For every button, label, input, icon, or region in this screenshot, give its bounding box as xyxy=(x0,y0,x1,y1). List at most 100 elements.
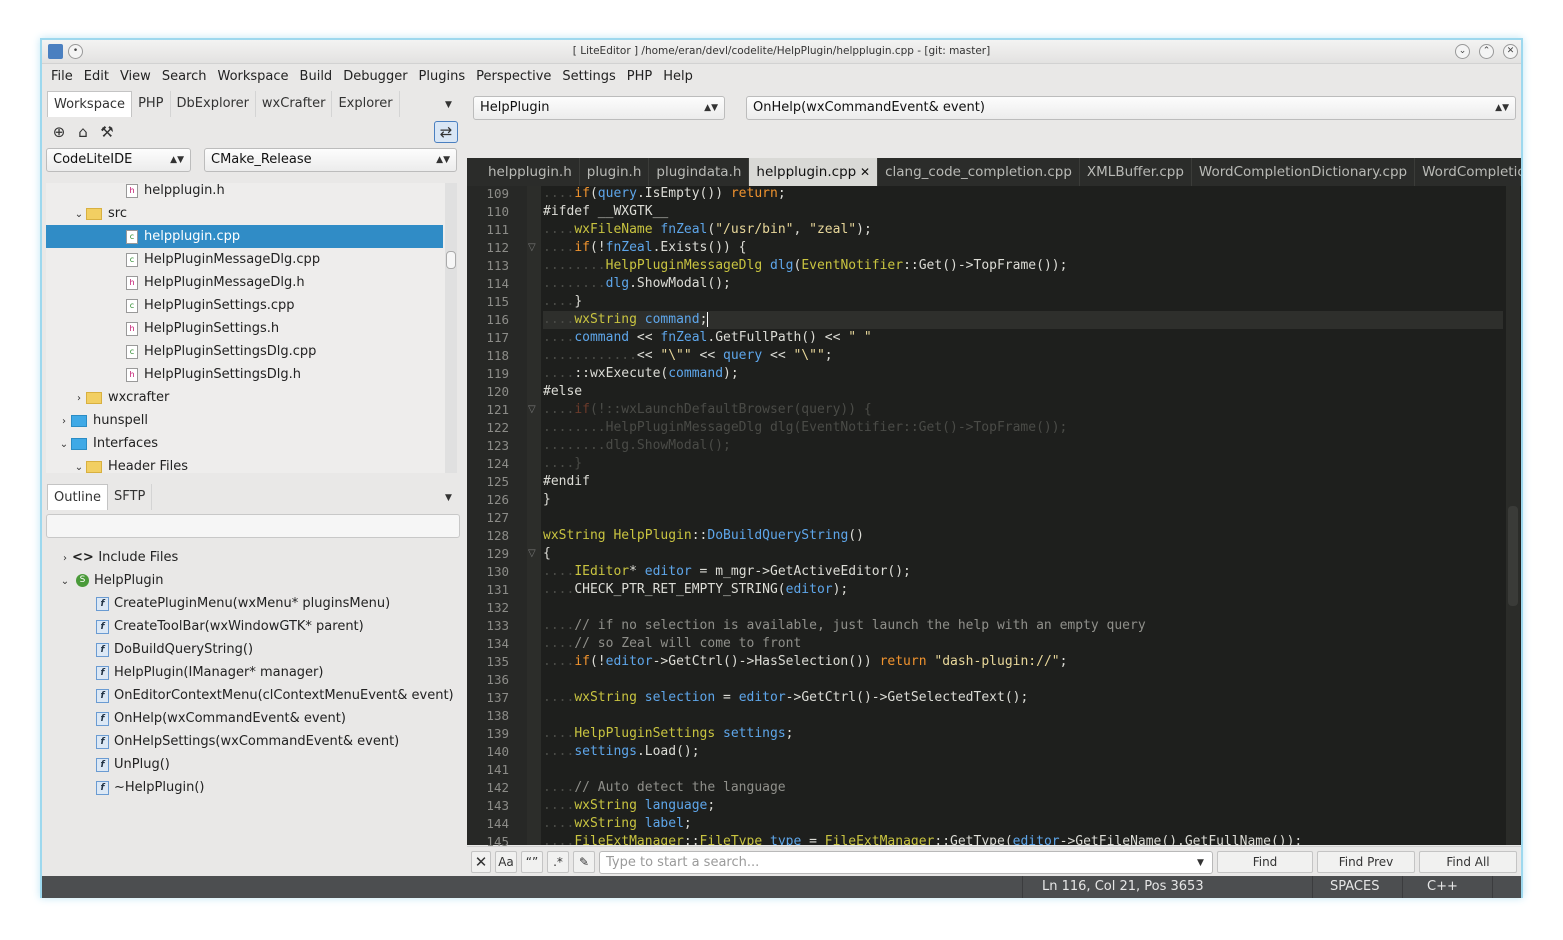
tree-scrollbar[interactable] xyxy=(445,183,457,473)
home-icon[interactable]: ⌂ xyxy=(74,123,92,141)
match-case-button[interactable]: Aa xyxy=(495,851,517,873)
link-editor-icon[interactable]: ⇄ xyxy=(434,121,458,143)
outline-item[interactable]: f OnEditorContextMenu(clContextMenuEvent&… xyxy=(96,684,454,707)
project-select[interactable]: CodeLiteIDE ▲▼ xyxy=(46,148,191,172)
tree-item[interactable]: h HelpPluginSettings.h xyxy=(46,317,443,340)
outline-filter-input[interactable] xyxy=(46,514,460,538)
outline-item[interactable]: f ~HelpPlugin() xyxy=(96,776,204,799)
code-line[interactable]: ....wxString selection = editor->GetCtrl… xyxy=(543,689,1028,707)
function-select[interactable]: OnHelp(wxCommandEvent& event) ▲▼ xyxy=(746,96,1516,120)
fold-marker-icon[interactable]: ▽ xyxy=(528,239,536,257)
close-find-icon[interactable]: ✕ xyxy=(471,851,491,873)
tree-item[interactable]: ⌄ Interfaces xyxy=(46,432,443,455)
code-line[interactable]: ....// if no selection is available, jus… xyxy=(543,617,1146,635)
menu-settings[interactable]: Settings xyxy=(562,65,622,89)
tree-item[interactable]: ⌄ src xyxy=(46,202,443,225)
code-area[interactable]: ....if(query.IsEmpty()) return; #ifdef __… xyxy=(543,186,1503,845)
tab-workspace[interactable]: Workspace xyxy=(47,91,133,117)
minimize-button[interactable]: ⌄ xyxy=(1455,44,1470,59)
code-line[interactable]: ....HelpPluginSettings settings; xyxy=(543,725,793,743)
editor-tab[interactable]: helpplugin.cpp ✕ xyxy=(749,158,879,186)
menu-search[interactable]: Search xyxy=(162,65,214,89)
class-select[interactable]: HelpPlugin ▲▼ xyxy=(473,96,725,120)
code-line[interactable]: ....IEditor* editor = m_mgr->GetActiveEd… xyxy=(543,563,911,581)
tree-item[interactable]: c HelpPluginMessageDlg.cpp xyxy=(46,248,443,271)
menu-file[interactable]: File xyxy=(51,65,80,89)
code-line[interactable]: ........dlg.ShowModal(); xyxy=(543,437,731,455)
maximize-button[interactable]: ⌃ xyxy=(1479,44,1494,59)
language-mode[interactable]: C++ xyxy=(1427,876,1458,898)
editor-scrollbar[interactable] xyxy=(1506,186,1520,845)
outline-item[interactable]: f CreateToolBar(wxWindowGTK* parent) xyxy=(96,615,364,638)
tabs-dropdown-icon[interactable]: ▼ xyxy=(445,100,452,110)
new-workspace-icon[interactable]: ⊕ xyxy=(50,123,68,141)
outline-item[interactable]: f OnHelp(wxCommandEvent& event) xyxy=(96,707,346,730)
config-select[interactable]: CMake_Release ▲▼ xyxy=(204,148,457,172)
fold-margin[interactable]: ▽▽▽▽ xyxy=(527,186,541,865)
expanded-arrow-icon[interactable]: ⌄ xyxy=(72,203,86,226)
tree-item[interactable]: › wxcrafter xyxy=(46,386,443,409)
menu-build[interactable]: Build xyxy=(300,65,340,89)
code-editor[interactable]: helpplugin.h plugin.h plugindata.h helpplug… xyxy=(467,158,1521,867)
tab-dbexplorer[interactable]: DbExplorer xyxy=(171,91,256,117)
close-button[interactable]: ✕ xyxy=(1503,44,1518,59)
tree-item[interactable]: c helpplugin.cpp xyxy=(46,225,443,248)
menu-view[interactable]: View xyxy=(120,65,158,89)
outline-item[interactable]: ⌄ S HelpPlugin xyxy=(58,569,164,593)
wrench-icon[interactable]: ⚒ xyxy=(98,123,116,141)
menu-debugger[interactable]: Debugger xyxy=(343,65,414,89)
indent-mode[interactable]: SPACES xyxy=(1330,876,1379,898)
code-line[interactable]: ........HelpPluginMessageDlg dlg(EventNo… xyxy=(543,257,1067,275)
menu-plugins[interactable]: Plugins xyxy=(419,65,473,89)
tab-explorer[interactable]: Explorer xyxy=(332,91,400,117)
code-line[interactable]: } xyxy=(543,491,551,509)
fold-marker-icon[interactable]: ▽ xyxy=(528,401,536,419)
tab-wxcrafter[interactable]: wxCrafter xyxy=(256,91,333,117)
code-line[interactable]: ........dlg.ShowModal(); xyxy=(543,275,731,293)
menu-edit[interactable]: Edit xyxy=(84,65,116,89)
collapsed-arrow-icon[interactable]: › xyxy=(72,387,86,410)
code-line[interactable]: ....FileExtManager::FileType type = File… xyxy=(543,833,1302,845)
outline-item[interactable]: f CreatePluginMenu(wxMenu* pluginsMenu) xyxy=(96,592,390,615)
outline-item[interactable]: f OnHelpSettings(wxCommandEvent& event) xyxy=(96,730,399,753)
code-line[interactable]: ....} xyxy=(543,293,582,311)
expanded-arrow-icon[interactable]: ⌄ xyxy=(58,570,72,593)
tree-item[interactable]: ⌄ Header Files xyxy=(46,455,443,473)
editor-tab[interactable]: helpplugin.h xyxy=(481,158,580,186)
outline-dropdown-icon[interactable]: ▼ xyxy=(445,493,452,503)
tree-item[interactable]: h HelpPluginMessageDlg.h xyxy=(46,271,443,294)
tab-php[interactable]: PHP xyxy=(132,91,171,117)
expanded-arrow-icon[interactable]: ⌄ xyxy=(57,433,71,456)
code-line[interactable]: ........HelpPluginMessageDlg dlg(EventNo… xyxy=(543,419,1067,437)
code-line[interactable]: ....// Auto detect the language xyxy=(543,779,786,797)
regex-button[interactable]: .* xyxy=(547,851,569,873)
outline-item[interactable]: f HelpPlugin(IManager* manager) xyxy=(96,661,323,684)
expanded-arrow-icon[interactable]: ⌄ xyxy=(72,456,86,473)
editor-tab[interactable]: WordCompletionDictionary.cpp xyxy=(1192,158,1416,186)
tab-close-icon[interactable]: ✕ xyxy=(856,165,870,179)
tree-item[interactable]: c HelpPluginSettings.cpp xyxy=(46,294,443,317)
code-line[interactable]: ....if(!editor->GetCtrl()->HasSelection(… xyxy=(543,653,1067,671)
tab-sftp[interactable]: SFTP xyxy=(108,484,153,510)
tree-item[interactable]: h HelpPluginSettingsDlg.h xyxy=(46,363,443,386)
tab-outline[interactable]: Outline xyxy=(47,484,109,510)
code-line[interactable]: ............<< "\"" << query << "\""; xyxy=(543,347,833,365)
code-line[interactable]: ....wxString language; xyxy=(543,797,715,815)
editor-tab[interactable]: plugindata.h xyxy=(649,158,750,186)
search-input[interactable]: Type to start a search... xyxy=(599,851,1213,874)
code-line[interactable]: #else xyxy=(543,383,582,401)
outline-item[interactable]: › <> Include Files xyxy=(58,546,178,569)
code-line[interactable]: { xyxy=(543,545,551,563)
menu-perspective[interactable]: Perspective xyxy=(476,65,558,89)
code-line[interactable]: ....wxString command; xyxy=(543,311,1503,329)
editor-tab[interactable]: WordCompletion xyxy=(1415,158,1521,186)
find-prev-button[interactable]: Find Prev xyxy=(1317,851,1415,873)
code-line[interactable]: ....if(!fnZeal.Exists()) { xyxy=(543,239,747,257)
tree-item[interactable]: h helpplugin.h xyxy=(46,183,443,202)
code-line[interactable]: ....::wxExecute(command); xyxy=(543,365,739,383)
code-line[interactable]: ....if(!::wxLaunchDefaultBrowser(query))… xyxy=(543,401,872,419)
tree-item[interactable]: › hunspell xyxy=(46,409,443,432)
tree-item[interactable]: c HelpPluginSettingsDlg.cpp xyxy=(46,340,443,363)
find-button[interactable]: Find xyxy=(1217,851,1313,873)
code-line[interactable]: ....wxString label; xyxy=(543,815,692,833)
